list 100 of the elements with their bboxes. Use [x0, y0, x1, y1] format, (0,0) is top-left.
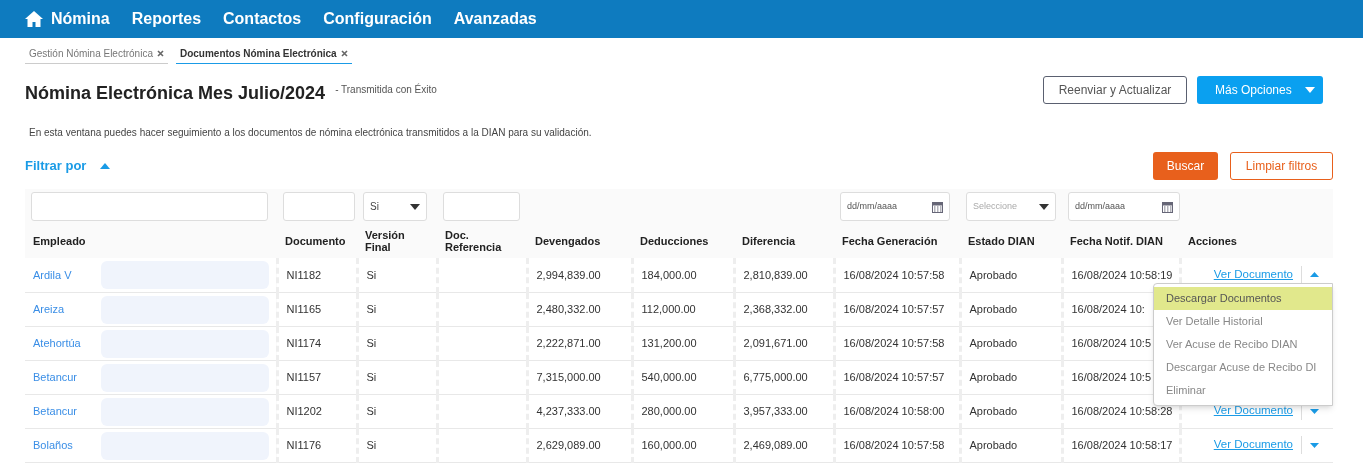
- table-cell-text: 16/08/2024 10:5: [1071, 336, 1152, 349]
- nav-link[interactable]: Reportes: [131, 7, 202, 31]
- column-header: Empleado: [33, 235, 86, 247]
- employee-link[interactable]: Bolaños: [33, 438, 73, 451]
- table-cell-text: Si: [366, 268, 377, 281]
- employee-link[interactable]: Betancur: [33, 404, 78, 417]
- table-cell-text: 16/08/2024 10:58:17: [1071, 438, 1173, 451]
- menu-item[interactable]: Ver Acuse de Recibo DIAN: [1154, 333, 1332, 356]
- table-cell-text: Aprobado: [969, 404, 1018, 417]
- column-header: Devengados: [535, 235, 601, 247]
- close-icon[interactable]: [156, 50, 164, 57]
- tab[interactable]: Documentos Nómina Electrónica: [175, 44, 352, 64]
- table-cell-text: 160,000.00: [641, 438, 697, 451]
- caret-down-icon: [1305, 87, 1315, 93]
- table-cell-text: 131,200.00: [641, 336, 697, 349]
- filter-toggle[interactable]: Filtrar por: [25, 156, 111, 176]
- table-cell-text: NI1165: [286, 302, 322, 315]
- column-header: Fecha Notif. DIAN: [1070, 235, 1163, 247]
- date-input-field[interactable]: dd/mm/aaaa: [1068, 192, 1180, 221]
- employee-link[interactable]: Atehortúa: [33, 336, 81, 349]
- table-cell-text: 6,775,000.00: [743, 370, 808, 383]
- table-cell-text: Aprobado: [969, 268, 1018, 281]
- column-header: Deducciones: [640, 235, 709, 247]
- filter-input-field[interactable]: [283, 192, 355, 221]
- table-cell-text: 2,629,089.00: [536, 438, 601, 451]
- table-cell-text: Aprobado: [969, 370, 1018, 383]
- close-icon[interactable]: [340, 50, 348, 57]
- view-document-link[interactable]: Ver Documento: [1213, 436, 1293, 454]
- column-header: Documento: [285, 235, 346, 247]
- table-cell-text: 184,000.00: [641, 268, 697, 281]
- table-cell-text: 16/08/2024 10:5: [1071, 370, 1152, 383]
- nav-link[interactable]: Nómina: [51, 7, 110, 31]
- caret-down-icon: [410, 203, 420, 210]
- table-cell-text: NI1157: [286, 370, 322, 383]
- nav-link[interactable]: Contactos: [223, 7, 302, 31]
- menu-item[interactable]: Descargar Documentos: [1154, 287, 1332, 310]
- table-cell-text: 2,469,089.00: [743, 438, 808, 451]
- table-cell-text: 16/08/2024 10:57:58: [843, 268, 945, 281]
- table-cell-text: 16/08/2024 10:58:19: [1071, 268, 1173, 281]
- table-cell-text: 2,810,839.00: [743, 268, 808, 281]
- table-cell-text: NI1176: [286, 438, 322, 451]
- calendar-icon[interactable]: [1162, 200, 1173, 213]
- filter-input-field[interactable]: [31, 192, 268, 221]
- table-cell-text: 16/08/2024 10:57:57: [843, 370, 945, 383]
- table-cell-text: Aprobado: [969, 336, 1018, 349]
- page-subtitle: - Transmitida con Éxito: [335, 82, 437, 97]
- table-cell-text: 112,000.00: [641, 302, 696, 315]
- caret-down-icon: [1039, 203, 1049, 210]
- table-cell-text: 16/08/2024 10:58:00: [843, 404, 945, 417]
- table-cell-text: 16/08/2024 10:: [1071, 302, 1145, 315]
- table-cell-text: 2,091,671.00: [743, 336, 808, 349]
- resend-button[interactable]: Reenviar y Actualizar: [1043, 76, 1187, 104]
- employee-link[interactable]: Areiza: [33, 302, 65, 315]
- caret-up-icon: [1310, 272, 1319, 278]
- menu-item[interactable]: Descargar Acuse de Recibo DI: [1154, 356, 1332, 379]
- filter-input-field[interactable]: [443, 192, 520, 221]
- row-actions-toggle[interactable]: [1301, 436, 1319, 454]
- table-cell-text: 16/08/2024 10:57:57: [843, 302, 945, 315]
- table-cell-text: 2,222,871.00: [536, 336, 601, 349]
- table-cell-text: NI1174: [286, 336, 322, 349]
- search-button[interactable]: Buscar: [1153, 152, 1218, 180]
- table-cell-text: 16/08/2024 10:57:58: [843, 438, 945, 451]
- column-header: Doc. Referencia: [445, 229, 503, 253]
- table-cell-text: 3,957,333.00: [743, 404, 808, 417]
- home-icon[interactable]: [25, 11, 43, 27]
- column-header: Acciones: [1188, 235, 1237, 247]
- calendar-icon[interactable]: [932, 200, 943, 213]
- tab[interactable]: Gestión Nómina Electrónica: [25, 44, 168, 64]
- view-document-link[interactable]: Ver Documento: [1213, 266, 1293, 284]
- date-input-field[interactable]: dd/mm/aaaa: [840, 192, 950, 221]
- column-header: Estado DIAN: [968, 235, 1035, 247]
- table-cell-text: NI1182: [286, 268, 322, 281]
- employee-link[interactable]: Ardila V: [33, 268, 72, 281]
- column-header: Diferencia: [742, 235, 796, 247]
- nav-link[interactable]: Configuración: [323, 7, 432, 31]
- more-options-button[interactable]: Más Opciones: [1197, 76, 1323, 104]
- filter-dropdown[interactable]: Si: [363, 192, 427, 221]
- table-cell-text: Aprobado: [969, 438, 1018, 451]
- clear-filters-button[interactable]: Limpiar filtros: [1230, 152, 1333, 180]
- column-header: Fecha Generación: [842, 235, 938, 247]
- table-cell-text: 7,315,000.00: [536, 370, 601, 383]
- employee-link[interactable]: Betancur: [33, 370, 78, 383]
- caret-down-icon: [1310, 408, 1319, 414]
- menu-item[interactable]: Eliminar: [1154, 379, 1332, 402]
- column-header: Versión Final: [365, 229, 406, 253]
- page-title: Nómina Electrónica Mes Julio/2024: [25, 82, 326, 105]
- table-cell-text: Si: [366, 336, 377, 349]
- table-cell-text: 16/08/2024 10:58:28: [1071, 404, 1173, 417]
- table-cell-text: 540,000.00: [641, 370, 697, 383]
- menu-item[interactable]: Ver Detalle Historial: [1154, 310, 1332, 333]
- table-cell-text: 2,368,332.00: [743, 302, 808, 315]
- table-cell-text: NI1202: [286, 404, 322, 417]
- table-cell-text: Si: [366, 404, 377, 417]
- filter-dropdown[interactable]: Seleccione: [966, 192, 1056, 221]
- table-cell-text: 2,480,332.00: [536, 302, 601, 315]
- nav-link[interactable]: Avanzadas: [453, 7, 537, 31]
- view-document-link[interactable]: Ver Documento: [1213, 402, 1293, 420]
- table-cell-text: Si: [366, 438, 377, 451]
- table-cell-text: 16/08/2024 10:57:58: [843, 336, 945, 349]
- caret-down-icon: [1310, 442, 1319, 448]
